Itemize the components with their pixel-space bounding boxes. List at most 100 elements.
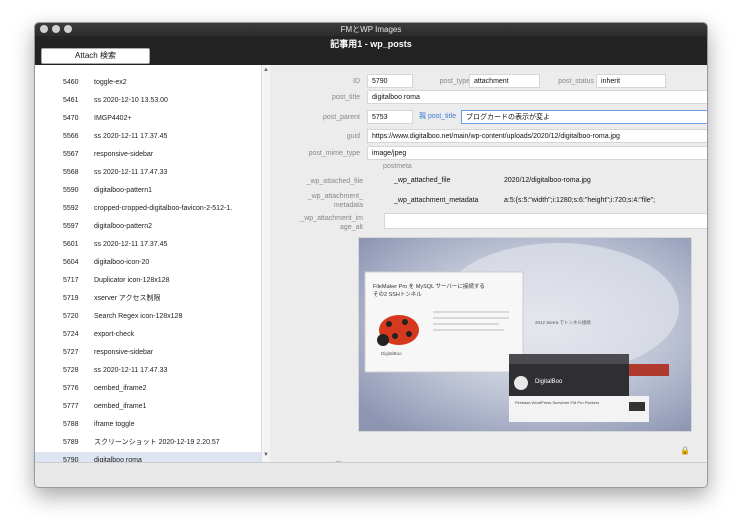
attach-search-button[interactable]: Attach 検索	[41, 48, 150, 64]
list-item[interactable]: 5727 responsive-sidebar	[35, 344, 261, 362]
list-item[interactable]: 5777 oembed_iframe1	[35, 398, 261, 416]
list-item-id: 5597	[63, 223, 79, 230]
list-item-id: 5461	[63, 97, 79, 104]
list-item[interactable]: 5460 toggle-ex2	[35, 74, 261, 92]
list-item-id: 5592	[63, 205, 79, 212]
parent-post-title-field[interactable]: ブログカードの表示が変よ	[461, 110, 707, 124]
card-author: DigitalBoo	[381, 351, 402, 356]
list-item-name: digitalboo roma	[94, 457, 142, 462]
list-item[interactable]: 5597 digitalboo-pattern2	[35, 218, 261, 236]
list-item-name: ss 2020-12-11 17.37.45	[94, 133, 168, 140]
list-item-name: Search Regex icon-128x128	[94, 313, 183, 320]
post-title-field[interactable]: digitalboo roma	[367, 90, 707, 104]
list-item-name: responsive-sidebar	[94, 151, 154, 158]
list-item-id: 5590	[63, 187, 79, 194]
list-item-name: toggle-ex2	[94, 79, 127, 86]
meta-key-metadata: _wp_attachment_metadata	[394, 197, 479, 204]
card-title-line2: その2 SSHトンネル	[373, 291, 422, 298]
list-item-name: responsive-sidebar	[94, 349, 154, 356]
app-window: FMとWP Images 記事用1 - wp_posts Attach 検索 5…	[34, 22, 708, 488]
meta-key-attached-file: _wp_attached_file	[394, 177, 451, 184]
list-item-id: 5777	[63, 403, 79, 410]
guid-field[interactable]: https://www.digitalboo.net/main/wp-conte…	[367, 129, 707, 143]
list-item-id: 5567	[63, 151, 79, 158]
list-item[interactable]: 5604 digitalboo-icon-20	[35, 254, 261, 272]
brand-name: DigitalBoo	[535, 379, 563, 385]
id-field[interactable]: 5790	[367, 74, 413, 88]
post-title-label: post_title	[331, 94, 360, 101]
list-item[interactable]: 5568 ss 2020-12-11 17.47.33	[35, 164, 261, 182]
list-item-name: xserver アクセス制限	[94, 295, 161, 302]
list-item-id: 5719	[63, 295, 79, 302]
list-item-name: ss 2020-12-11 17.47.33	[94, 367, 168, 374]
id-label: ID	[353, 78, 360, 85]
list-item-id: 5460	[63, 79, 79, 86]
list-item-name: ss 2020-12-10 13.53.00	[94, 97, 168, 104]
list-item-name: iframe toggle	[94, 421, 135, 428]
scroll-down-icon[interactable]: ▼	[263, 452, 269, 458]
side-text: 2012 Sierra でトンネル接続	[535, 319, 591, 326]
list-item-id: 5724	[63, 331, 79, 338]
list-item-id: 5717	[63, 277, 79, 284]
list-item[interactable]: 5724 export-check	[35, 326, 261, 344]
post-parent-field[interactable]: 5753	[367, 110, 413, 124]
meta-attached-file-label: _wp_attached_file	[306, 178, 363, 185]
list-item[interactable]: 5592 cropped-cropped-digitalboo-favicon-2…	[35, 200, 261, 218]
scroll-up-icon[interactable]: ▲	[263, 67, 269, 73]
list-item[interactable]: 5719 xserver アクセス制限	[35, 290, 261, 308]
list-item[interactable]: 5789 スクリーンショット 2020-12-19 2.20.57	[35, 434, 261, 452]
list-item-name: ss 2020-12-11 17.37.45	[94, 241, 168, 248]
meta-image-alt-label: _wp_attachment_im age_alt	[300, 215, 363, 231]
mime-type-label: post_mime_type	[308, 150, 360, 157]
list-item[interactable]: 5720 Search Regex icon-128x128	[35, 308, 261, 326]
list-item[interactable]: 5728 ss 2020-12-11 17.47.33	[35, 362, 261, 380]
list-item-name: digitalboo-pattern1	[94, 187, 152, 194]
list-item[interactable]: 5788 iframe toggle	[35, 416, 261, 434]
list-item[interactable]: 5566 ss 2020-12-11 17.37.45	[35, 128, 261, 146]
list-item-name: digitalboo-pattern2	[94, 223, 152, 230]
list-item-id: 5568	[63, 169, 79, 176]
list-item-name: ss 2020-12-11 17.47.33	[94, 169, 168, 176]
list-item-name: oembed_iframe2	[94, 385, 147, 392]
post-type-field[interactable]: attachment	[469, 74, 540, 88]
list-item[interactable]: 5790 digitalboo roma	[35, 452, 261, 462]
record-list: 5460 toggle-ex2 5461 ss 2020-12-10 13.53.00…	[35, 65, 261, 462]
list-item-id: 5789	[63, 439, 79, 446]
list-item-name: IMGP4402+	[94, 115, 132, 122]
title-bar: FMとWP Images	[35, 23, 707, 36]
list-item[interactable]: 5470 IMGP4402+	[35, 110, 261, 128]
attachment-image-preview[interactable]: FileMaker Pro を MySQL サーバーに接続する その2 SSHト…	[358, 237, 692, 432]
list-item-name: oembed_iframe1	[94, 403, 147, 410]
list-item[interactable]: 5776 oembed_iframe2	[35, 380, 261, 398]
mime-type-field[interactable]: image/jpeg	[367, 146, 707, 160]
list-item[interactable]: 5590 digitalboo-pattern1	[35, 182, 261, 200]
list-item[interactable]: 5717 Duplicator icon-128x128	[35, 272, 261, 290]
meta-metadata-label: _wp_attachment_ metadata	[307, 193, 363, 209]
list-item-name: cropped-cropped-digitalboo-favicon-2-512…	[94, 205, 233, 212]
post-status-label: post_status	[558, 78, 594, 85]
list-item-id: 5727	[63, 349, 79, 356]
post-status-field[interactable]: inherit	[596, 74, 666, 88]
meta-value-metadata[interactable]: a:5:{s:5:"width";i:1280;s:6:"height";i:7…	[500, 194, 707, 208]
list-item-name: digitalboo-icon-20	[94, 259, 150, 266]
list-item[interactable]: 5461 ss 2020-12-10 13.53.00	[35, 92, 261, 110]
postmeta-heading: postmeta	[383, 163, 412, 170]
meta-value-attached-file[interactable]: 2020/12/digitalboo-roma.jpg	[500, 174, 707, 188]
list-item[interactable]: 5601 ss 2020-12-11 17.37.45	[35, 236, 261, 254]
status-bar	[35, 462, 707, 487]
list-item-id: 5604	[63, 259, 79, 266]
parent-post-title-link[interactable]: 親 post_title	[419, 110, 456, 124]
lock-icon: 🔒	[680, 446, 690, 455]
window-title: FMとWP Images	[340, 25, 402, 34]
post-parent-label: post_parent	[323, 114, 360, 121]
list-item[interactable]: 5567 responsive-sidebar	[35, 146, 261, 164]
list-item-id: 5776	[63, 385, 79, 392]
post-type-label: post_type	[439, 78, 470, 85]
list-item-id: 5788	[63, 421, 79, 428]
list-item-id: 5470	[63, 115, 79, 122]
list-item-name: Duplicator icon-128x128	[94, 277, 170, 284]
footer-links: Firebase WordPress Scrivener FM Pro Pack…	[515, 400, 599, 405]
meta-image-alt-field[interactable]	[384, 213, 707, 229]
list-item-id: 5790	[63, 457, 79, 462]
list-item-name: export-check	[94, 331, 135, 338]
